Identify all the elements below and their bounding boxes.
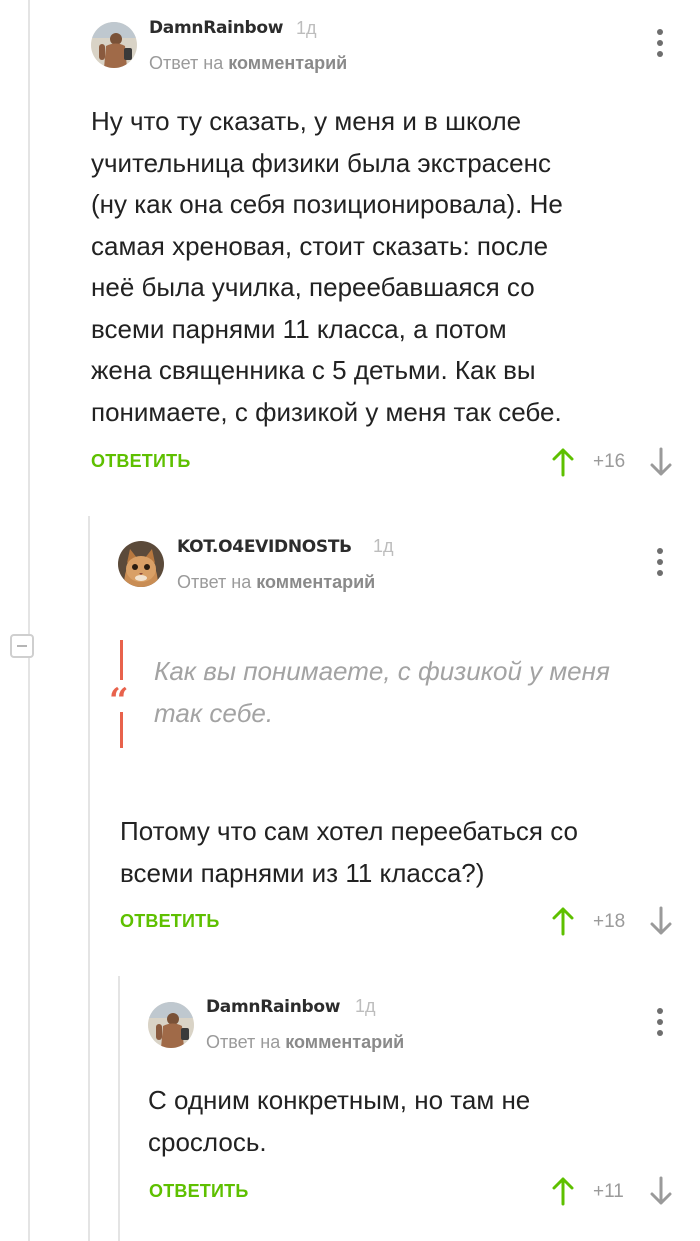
reply-to-prefix: Ответ на <box>206 1032 281 1052</box>
reply-to-comment-link[interactable]: комментарий <box>285 1032 404 1052</box>
comment-line: срослось. <box>148 1126 267 1157</box>
more-vertical-icon[interactable] <box>656 1008 664 1038</box>
comment-3: DamnRainbow 1д Ответ на комментарий С од… <box>0 0 700 1241</box>
reply-to-text: Ответ на комментарий <box>206 1032 404 1053</box>
reply-button[interactable]: ОТВЕТИТЬ <box>149 1181 248 1202</box>
arrow-up-icon[interactable] <box>551 1176 575 1206</box>
avatar[interactable] <box>148 1002 194 1048</box>
comment-body: С одним конкретным, но там не срослось. <box>148 1080 688 1163</box>
comment-thread: DamnRainbow 1д Ответ на комментарий Ну ч… <box>0 0 700 1241</box>
vote-score: +11 <box>593 1181 624 1202</box>
comment-line: С одним конкретным, но там не <box>148 1085 531 1115</box>
arrow-down-icon[interactable] <box>649 1176 673 1206</box>
comment-time: 1д <box>355 996 376 1016</box>
username[interactable]: DamnRainbow <box>206 997 340 1017</box>
